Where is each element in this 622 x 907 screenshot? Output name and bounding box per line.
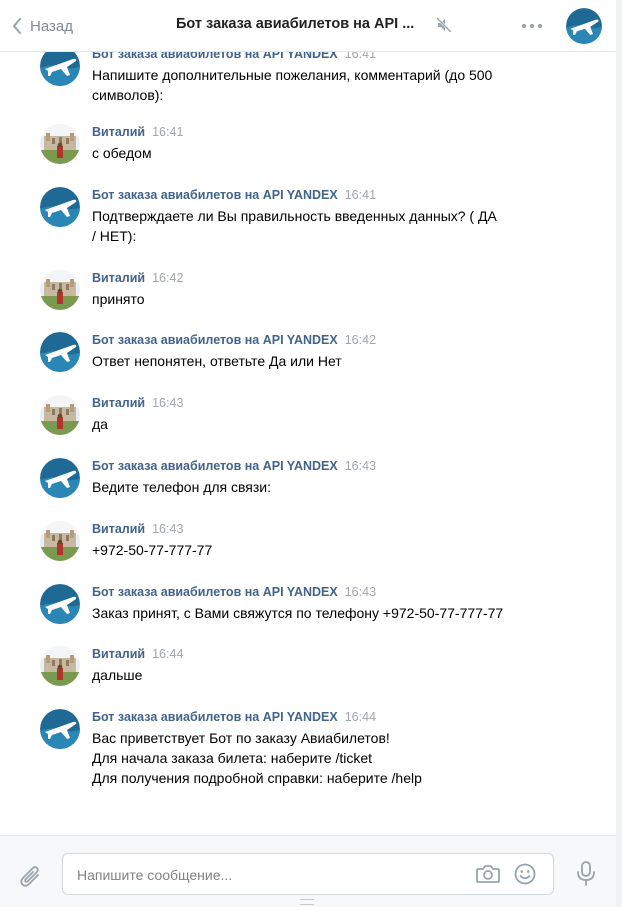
message-meta: Бот заказа авиабилетов на API YANDEX 16:4…: [92, 458, 376, 473]
message-time[interactable]: 16:42: [152, 271, 183, 285]
message-author[interactable]: Виталий: [92, 125, 145, 139]
back-label: Назад: [30, 17, 73, 35]
message-feed[interactable]: Бот заказа авиабилетов на API YANDEX 16:4…: [0, 0, 616, 835]
message-meta: Виталий 16:43: [92, 521, 183, 536]
message-time[interactable]: 16:43: [345, 459, 376, 473]
message-meta: Виталий 16:42: [92, 270, 183, 285]
message-text: да: [92, 416, 108, 432]
bot-avatar[interactable]: [40, 458, 80, 498]
chat-avatar[interactable]: [566, 8, 602, 44]
message-author[interactable]: Бот заказа авиабилетов на API YANDEX: [92, 459, 338, 473]
message-input-box[interactable]: [62, 853, 554, 895]
composer: [0, 835, 616, 907]
scrollbar[interactable]: [616, 0, 622, 907]
message-time[interactable]: 16:41: [345, 188, 376, 202]
message-text: Напишите дополнительные пожелания, комме…: [92, 67, 493, 103]
user-avatar[interactable]: [40, 521, 80, 561]
bot-avatar[interactable]: [40, 187, 80, 227]
paperclip-icon[interactable]: [19, 864, 43, 890]
message-meta: Бот заказа авиабилетов на API YANDEX 16:4…: [92, 187, 376, 202]
muted-speaker-icon[interactable]: [436, 17, 452, 33]
user-avatar[interactable]: [40, 646, 80, 686]
camera-icon[interactable]: [475, 862, 501, 886]
bot-avatar[interactable]: [40, 46, 80, 86]
user-avatar[interactable]: [40, 270, 80, 310]
message-time[interactable]: 16:41: [152, 125, 183, 139]
message-author[interactable]: Виталий: [92, 396, 145, 410]
back-button[interactable]: Назад: [12, 14, 73, 38]
message-author[interactable]: Виталий: [92, 647, 145, 661]
message-author[interactable]: Бот заказа авиабилетов на API YANDEX: [92, 333, 338, 347]
message-meta: Виталий 16:41: [92, 124, 183, 139]
message-time[interactable]: 16:43: [152, 522, 183, 536]
message-time[interactable]: 16:42: [345, 333, 376, 347]
message-text: принято: [92, 291, 145, 307]
chat-header: Назад Бот заказа авиабилетов на API ...: [0, 0, 616, 52]
message-meta: Бот заказа авиабилетов на API YANDEX 16:4…: [92, 332, 376, 347]
message-text: дальше: [92, 667, 143, 683]
user-avatar[interactable]: [40, 124, 80, 164]
message-text: Подтверждаете ли Вы правильность введенн…: [92, 208, 497, 244]
bot-avatar[interactable]: [40, 584, 80, 624]
message-author[interactable]: Виталий: [92, 271, 145, 285]
message-text: +972-50-77-777-77: [92, 542, 213, 558]
message-meta: Бот заказа авиабилетов на API YANDEX 16:4…: [92, 709, 376, 724]
message-input[interactable]: [77, 864, 467, 886]
message-meta: Виталий 16:44: [92, 646, 183, 661]
message-author[interactable]: Бот заказа авиабилетов на API YANDEX: [92, 585, 338, 599]
chat-title[interactable]: Бот заказа авиабилетов на API ...: [176, 16, 414, 32]
message-text: Заказ принят, с Вами свяжутся по телефон…: [92, 605, 504, 621]
bot-avatar[interactable]: [40, 332, 80, 372]
message-time[interactable]: 16:44: [345, 710, 376, 724]
more-dots-icon[interactable]: [521, 18, 543, 34]
message-author[interactable]: Бот заказа авиабилетов на API YANDEX: [92, 188, 338, 202]
message-time[interactable]: 16:44: [152, 647, 183, 661]
message-text: с обедом: [92, 145, 152, 161]
resize-grip[interactable]: [300, 899, 314, 905]
message-time[interactable]: 16:43: [345, 585, 376, 599]
message-author[interactable]: Бот заказа авиабилетов на API YANDEX: [92, 710, 338, 724]
microphone-icon[interactable]: [574, 860, 598, 888]
smile-icon[interactable]: [513, 862, 537, 886]
message-time[interactable]: 16:43: [152, 396, 183, 410]
message-text: Ведите телефон для связи:: [92, 479, 271, 495]
message-text: Вас приветствует Бот по заказу Авиабилет…: [92, 730, 422, 786]
message-author[interactable]: Виталий: [92, 522, 145, 536]
chevron-left-icon: [13, 18, 21, 34]
message-meta: Виталий 16:43: [92, 395, 183, 410]
message-text: Ответ непонятен, ответьте Да или Нет: [92, 353, 342, 369]
bot-avatar[interactable]: [40, 709, 80, 749]
message-meta: Бот заказа авиабилетов на API YANDEX 16:4…: [92, 584, 376, 599]
user-avatar[interactable]: [40, 395, 80, 435]
